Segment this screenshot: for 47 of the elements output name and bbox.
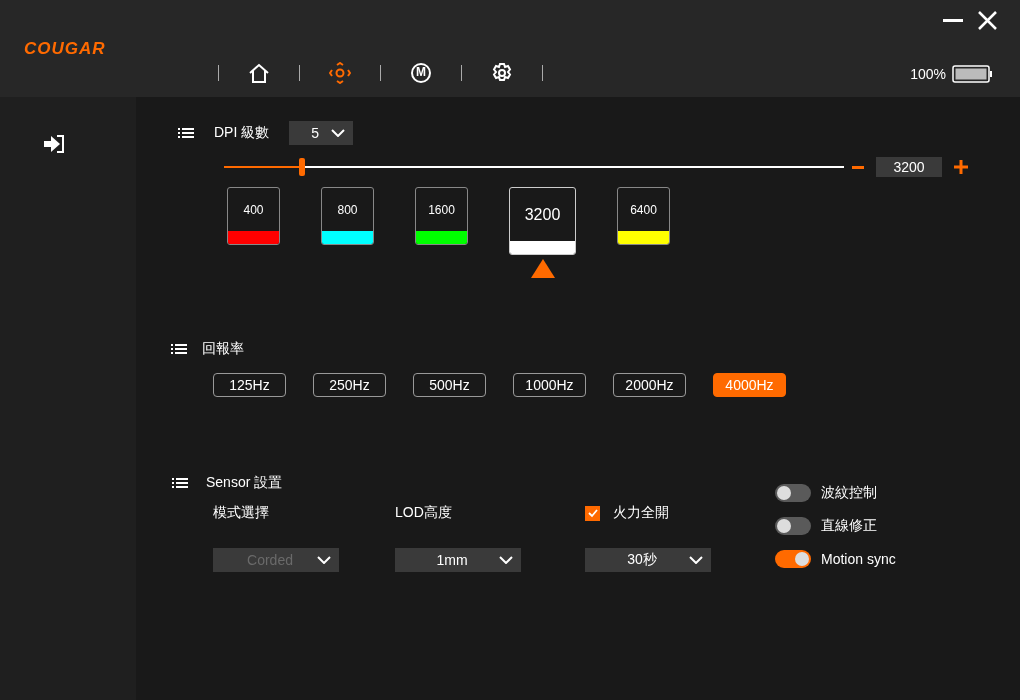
- toggle-label: 波紋控制: [821, 483, 877, 502]
- dpi-stage[interactable]: 400: [227, 187, 280, 245]
- dpi-stage[interactable]: 6400: [617, 187, 670, 245]
- dpi-value-field[interactable]: 3200: [876, 157, 942, 177]
- home-icon: [248, 62, 270, 84]
- caret-icon: [499, 556, 513, 564]
- dpi-stage[interactable]: 1600: [415, 187, 468, 245]
- dpi-stage[interactable]: 3200: [509, 187, 576, 255]
- dpi-stage[interactable]: 800: [321, 187, 374, 245]
- close-icon[interactable]: [977, 10, 998, 31]
- slider-thumb[interactable]: [298, 158, 305, 176]
- plus-icon[interactable]: [954, 160, 968, 174]
- triangle-icon: [530, 259, 555, 278]
- crosshair-icon: [329, 62, 351, 84]
- checkbox[interactable]: [585, 505, 600, 521]
- battery-percentage: 100%: [910, 66, 946, 82]
- dropdown[interactable]: 1mm: [395, 548, 521, 572]
- section-title: 回報率: [202, 340, 244, 358]
- rate-button[interactable]: 500Hz: [413, 373, 486, 397]
- rate-button[interactable]: 125Hz: [213, 373, 286, 397]
- macro-tab[interactable]: M: [405, 57, 437, 89]
- caret-icon: [689, 556, 703, 564]
- section-title: Sensor 設置: [206, 474, 283, 492]
- stage-count-dropdown[interactable]: 5: [289, 121, 354, 145]
- toggle-switch[interactable]: [775, 549, 811, 568]
- toggle-label: 直線修正: [821, 516, 877, 535]
- dropdown[interactable]: 30秒: [585, 548, 711, 572]
- caret-icon: [331, 129, 346, 137]
- gear-icon: [491, 62, 513, 84]
- check-icon: [586, 507, 599, 519]
- field-label: LOD高度: [395, 504, 452, 522]
- toggle-switch[interactable]: [775, 516, 811, 535]
- field-label: 模式選擇: [213, 504, 269, 522]
- checkbox-label: 火力全開: [613, 504, 669, 522]
- toggle-label: Motion sync: [821, 550, 896, 567]
- caret-icon: [317, 556, 331, 564]
- battery-icon: [952, 65, 992, 83]
- list-icon: [172, 477, 188, 489]
- rate-button[interactable]: 1000Hz: [513, 373, 586, 397]
- logo: COUGAR: [24, 39, 107, 59]
- list-icon: [171, 343, 187, 355]
- section-title: DPI 級數: [214, 124, 270, 142]
- list-icon: [178, 127, 194, 139]
- toggle-switch[interactable]: [775, 483, 811, 502]
- exit-icon[interactable]: [43, 134, 65, 154]
- rate-button[interactable]: 250Hz: [313, 373, 386, 397]
- rate-button[interactable]: 2000Hz: [613, 373, 686, 397]
